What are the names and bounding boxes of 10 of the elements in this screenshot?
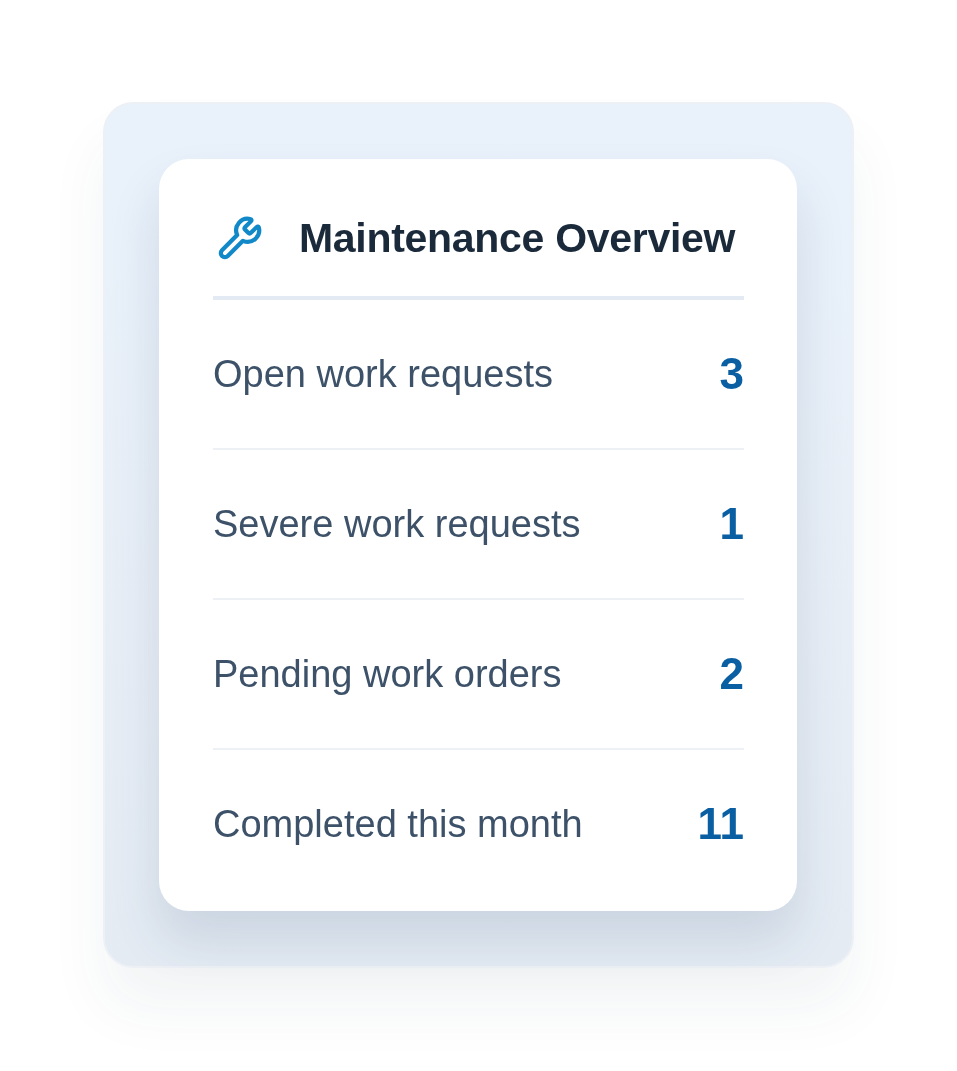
- stat-value: 3: [719, 349, 744, 399]
- wrench-icon: [217, 215, 263, 261]
- card-title: Maintenance Overview: [299, 214, 736, 262]
- stat-value: 2: [719, 649, 744, 699]
- stat-label: Open work requests: [213, 352, 554, 396]
- stat-label: Pending work orders: [213, 652, 562, 696]
- stat-label: Severe work requests: [213, 502, 581, 546]
- stat-value: 1: [719, 499, 744, 549]
- stat-label: Completed this month: [213, 802, 583, 846]
- stat-value: 11: [697, 799, 744, 849]
